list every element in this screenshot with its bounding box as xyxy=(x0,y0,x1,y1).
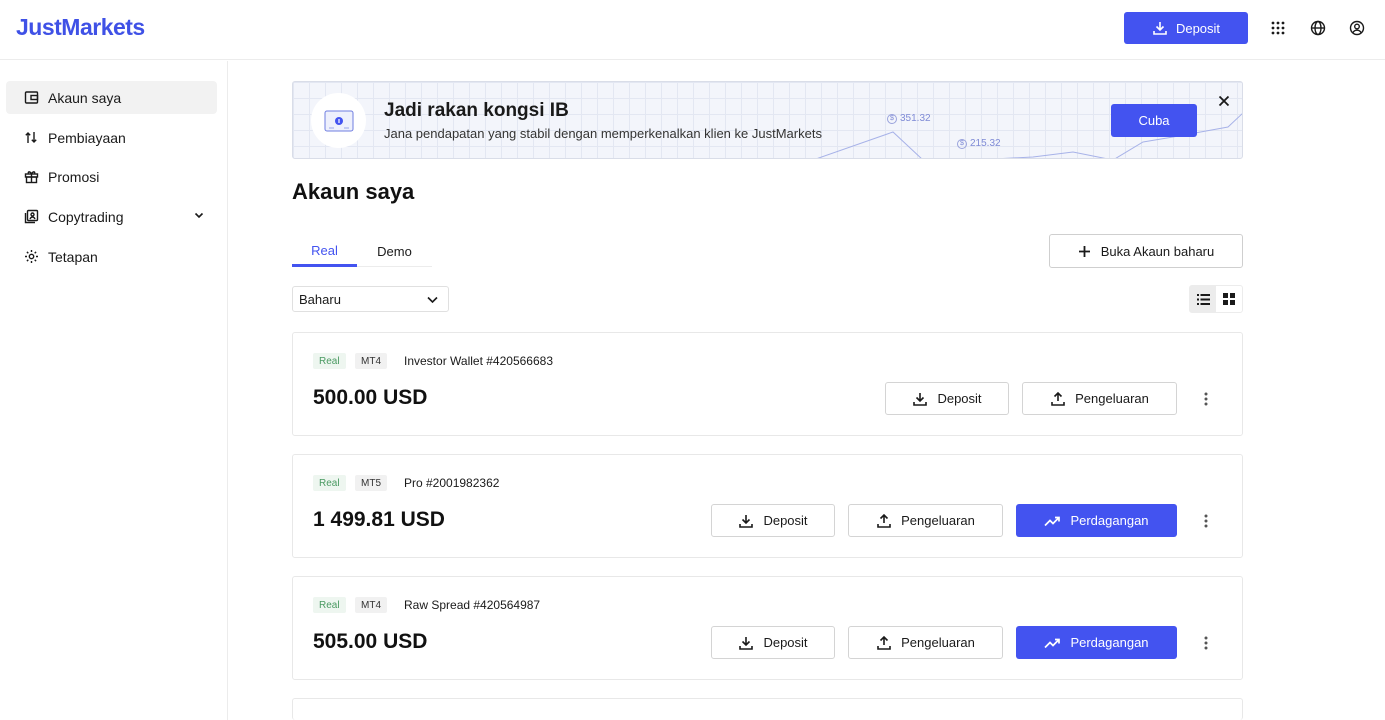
gear-icon xyxy=(25,250,38,263)
header-deposit-label: Deposit xyxy=(1175,20,1221,36)
withdraw-button[interactable]: Pengeluaran xyxy=(848,626,1003,659)
withdraw-button[interactable]: Pengeluaran xyxy=(1022,382,1177,415)
upload-icon xyxy=(877,635,891,650)
sidebar-item-label: Akaun saya xyxy=(48,89,122,106)
withdraw-label: Pengeluaran xyxy=(1075,391,1149,406)
coin-icon: $ xyxy=(887,113,897,124)
sidebar-item-tetapan[interactable]: Tetapan xyxy=(6,240,217,273)
chart-value-label: 351.32 xyxy=(900,113,931,124)
chevron-down-icon xyxy=(194,212,204,219)
account-balance: 505.00 USD xyxy=(313,630,428,653)
open-new-account-label: Buka Akaun baharu xyxy=(1100,243,1215,259)
banner-try-button[interactable]: Cuba xyxy=(1111,104,1197,137)
account-name: Pro #2001982362 xyxy=(404,476,500,490)
trending-up-icon xyxy=(1044,638,1061,648)
tab-demo[interactable]: Demo xyxy=(362,236,427,266)
account-card: Real MT4 Investor Wallet #420566683 500.… xyxy=(292,332,1243,436)
account-tabs: Real Demo xyxy=(292,236,432,267)
view-toggle xyxy=(1189,285,1243,313)
header-deposit-button[interactable]: Deposit xyxy=(1124,12,1248,44)
account-card-partial xyxy=(292,698,1243,720)
logo[interactable]: JustMarkets xyxy=(16,14,145,41)
tab-real[interactable]: Real xyxy=(292,236,357,267)
withdraw-button[interactable]: Pengeluaran xyxy=(848,504,1003,537)
deposit-label: Deposit xyxy=(937,391,982,406)
coin-icon: $ xyxy=(957,138,967,149)
platform-badge: MT4 xyxy=(355,353,387,369)
list-view-icon[interactable] xyxy=(1190,286,1216,312)
sidebar: Akaun saya Pembiayaan Promosi Copytradin… xyxy=(0,61,228,720)
banner-subtitle: Jana pendapatan yang stabil dengan mempe… xyxy=(384,126,822,141)
trending-up-icon xyxy=(1044,516,1061,526)
user-circle-icon[interactable] xyxy=(1347,18,1367,38)
sidebar-item-akaun-saya[interactable]: Akaun saya xyxy=(6,81,217,114)
globe-icon[interactable] xyxy=(1308,18,1328,38)
more-options-icon[interactable] xyxy=(1197,511,1215,531)
account-name: Raw Spread #420564987 xyxy=(404,598,541,612)
sort-select-value: Baharu xyxy=(299,291,341,307)
withdraw-label: Pengeluaran xyxy=(901,513,975,528)
upload-icon xyxy=(1051,391,1065,406)
sort-select[interactable]: Baharu xyxy=(292,286,449,312)
trade-button[interactable]: Perdagangan xyxy=(1016,504,1177,537)
transfer-arrows-icon xyxy=(25,132,37,143)
download-icon xyxy=(1153,22,1167,35)
close-icon[interactable] xyxy=(1215,92,1233,110)
chart-value-label: 215.32 xyxy=(970,138,1001,149)
deposit-button[interactable]: Deposit xyxy=(711,504,835,537)
deposit-button[interactable]: Deposit xyxy=(885,382,1009,415)
account-balance: 500.00 USD xyxy=(313,386,428,409)
withdraw-label: Pengeluaran xyxy=(901,635,975,650)
download-icon xyxy=(739,636,754,650)
upload-icon xyxy=(877,513,891,528)
grid-view-icon[interactable] xyxy=(1216,286,1242,312)
trade-button[interactable]: Perdagangan xyxy=(1016,626,1177,659)
sidebar-item-pembiayaan[interactable]: Pembiayaan xyxy=(6,121,217,154)
wallet-card-icon xyxy=(324,110,353,131)
trade-label: Perdagangan xyxy=(1070,513,1149,528)
deposit-label: Deposit xyxy=(763,513,808,528)
sidebar-item-label: Copytrading xyxy=(48,208,124,225)
platform-badge: MT5 xyxy=(355,475,387,491)
gift-icon xyxy=(24,171,39,184)
platform-badge: MT4 xyxy=(355,597,387,613)
open-new-account-button[interactable]: Buka Akaun baharu xyxy=(1049,234,1243,268)
page-title: Akaun saya xyxy=(292,179,415,204)
ib-partner-banner: $ 351.32 $ 215.32 Jadi rakan kongsi IB J… xyxy=(292,81,1243,159)
sidebar-item-label: Promosi xyxy=(48,168,100,185)
trade-label: Perdagangan xyxy=(1070,635,1149,650)
account-type-badge: Real xyxy=(313,475,346,491)
more-options-icon[interactable] xyxy=(1197,633,1215,653)
banner-illustration xyxy=(311,93,366,148)
account-name: Investor Wallet #420566683 xyxy=(404,354,553,368)
account-balance: 1 499.81 USD xyxy=(313,508,445,531)
banner-title: Jadi rakan kongsi IB xyxy=(384,100,569,121)
account-card: Real MT5 Pro #2001982362 1 499.81 USD De… xyxy=(292,454,1243,558)
copytrading-icon xyxy=(24,209,39,224)
sidebar-item-copytrading[interactable]: Copytrading xyxy=(6,200,217,233)
more-options-icon[interactable] xyxy=(1197,389,1215,409)
account-type-badge: Real xyxy=(313,353,346,369)
sidebar-item-promosi[interactable]: Promosi xyxy=(6,160,217,193)
account-card: Real MT4 Raw Spread #420564987 505.00 US… xyxy=(292,576,1243,680)
top-header: JustMarkets Deposit xyxy=(0,0,1385,60)
download-icon xyxy=(913,392,928,406)
sidebar-item-label: Pembiayaan xyxy=(48,129,126,146)
apps-grid-icon[interactable] xyxy=(1268,18,1288,38)
plus-icon xyxy=(1078,245,1090,257)
wallet-icon xyxy=(24,91,39,104)
chevron-down-icon xyxy=(427,296,438,304)
download-icon xyxy=(739,514,754,528)
deposit-label: Deposit xyxy=(763,635,808,650)
deposit-button[interactable]: Deposit xyxy=(711,626,835,659)
sidebar-item-label: Tetapan xyxy=(48,248,98,265)
account-type-badge: Real xyxy=(313,597,346,613)
